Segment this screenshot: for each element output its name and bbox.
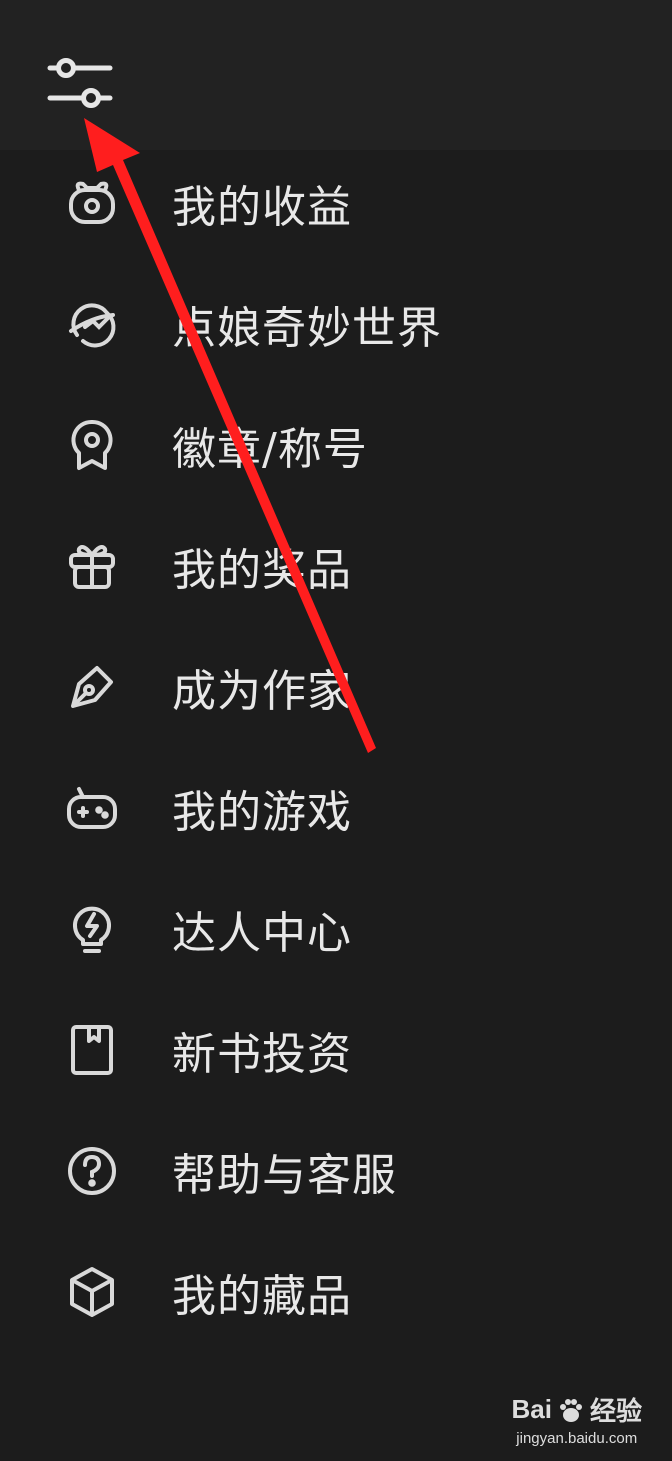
menu-item-become-author[interactable]: 成为作家 bbox=[0, 618, 672, 756]
sliders-icon[interactable] bbox=[44, 52, 116, 114]
menu-item-label: 达人中心 bbox=[172, 908, 352, 959]
planet-icon bbox=[64, 296, 120, 352]
menu-item-earnings[interactable]: 我的收益 bbox=[0, 150, 672, 272]
help-circle-icon bbox=[64, 1143, 120, 1199]
menu-item-expert-center[interactable]: 达人中心 bbox=[0, 860, 672, 998]
menu-item-collections[interactable]: 我的藏品 bbox=[0, 1223, 672, 1361]
menu-item-label: 新书投资 bbox=[172, 1029, 352, 1080]
paw-icon bbox=[559, 1398, 582, 1422]
pen-icon bbox=[64, 659, 120, 715]
lightbulb-icon bbox=[64, 901, 120, 957]
gamepad-icon bbox=[64, 780, 120, 836]
top-bar bbox=[0, 0, 672, 150]
menu-item-label: 我的游戏 bbox=[172, 787, 352, 838]
watermark-brand: Bai bbox=[511, 1394, 552, 1424]
medal-icon bbox=[64, 417, 120, 473]
watermark-brand-suffix: 经验 bbox=[589, 1396, 642, 1426]
menu-item-label: 我的奖品 bbox=[172, 545, 352, 596]
menu-item-label: 成为作家 bbox=[172, 666, 352, 717]
bookmark-book-icon bbox=[64, 1022, 120, 1078]
menu-item-games[interactable]: 我的游戏 bbox=[0, 739, 672, 877]
watermark: Bai 经验 jingyan.baidu.com bbox=[512, 1391, 642, 1447]
menu-item-label: 我的藏品 bbox=[172, 1271, 352, 1322]
cube-icon bbox=[64, 1264, 120, 1320]
watermark-url: jingyan.baidu.com bbox=[516, 1430, 638, 1447]
menu-item-label: 帮助与客服 bbox=[172, 1150, 397, 1201]
side-menu: 我的收益 点娘奇妙世界 徽章/称号 我的奖品 成为作家 我的游戏 达人中心 新书… bbox=[0, 150, 672, 1461]
menu-item-label: 徽章/称号 bbox=[172, 424, 368, 475]
gift-icon bbox=[64, 538, 120, 594]
menu-item-wonder-world[interactable]: 点娘奇妙世界 bbox=[0, 255, 672, 393]
menu-item-label: 我的收益 bbox=[172, 182, 352, 233]
menu-item-new-book-investment[interactable]: 新书投资 bbox=[0, 981, 672, 1119]
menu-item-label: 点娘奇妙世界 bbox=[172, 303, 442, 354]
watermark-logo: Bai 经验 bbox=[512, 1391, 642, 1428]
menu-item-badges[interactable]: 徽章/称号 bbox=[0, 376, 672, 514]
menu-item-prizes[interactable]: 我的奖品 bbox=[0, 497, 672, 635]
piggy-bank-icon bbox=[64, 175, 120, 231]
menu-item-help[interactable]: 帮助与客服 bbox=[0, 1102, 672, 1240]
